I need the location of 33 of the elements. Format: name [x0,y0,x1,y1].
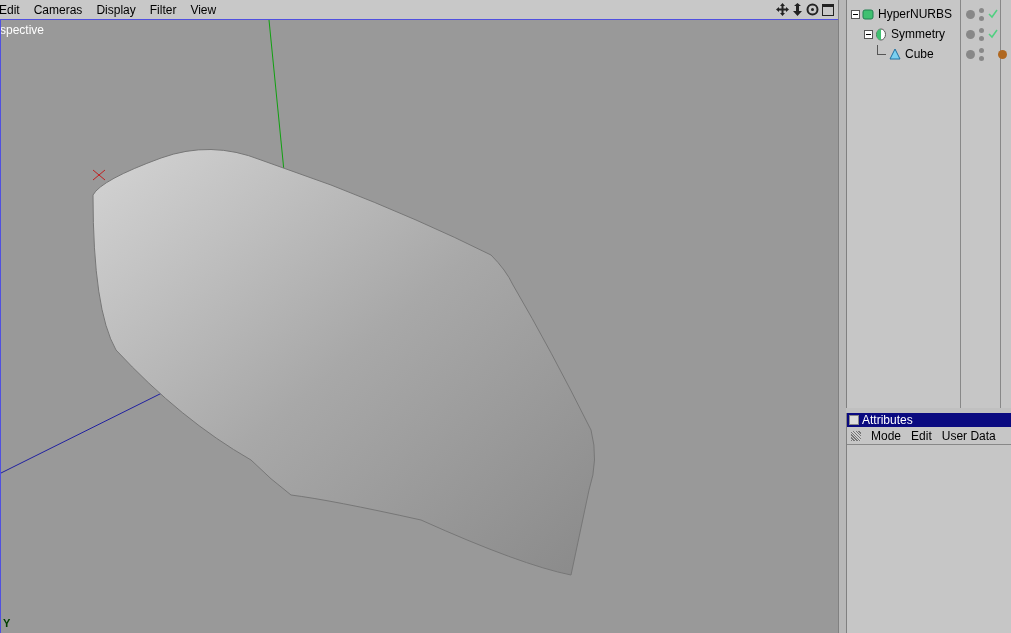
check-icon[interactable] [988,29,998,39]
cross-icon [92,169,106,181]
menu-item[interactable]: Edit [0,0,20,19]
grip-icon [851,430,861,441]
menu-item[interactable]: View [190,0,217,19]
move-icon[interactable] [776,3,789,16]
menu-item[interactable]: Mode [871,426,902,445]
rotate-icon[interactable] [806,3,819,16]
maximize-icon[interactable] [822,3,834,16]
object-name[interactable]: HyperNURBS [878,5,952,23]
panel-icon [849,415,859,425]
expand-toggle[interactable] [851,9,860,19]
tag-icon[interactable] [998,49,1007,59]
menu-item[interactable]: Edit [911,426,932,445]
axis-label: Y [3,618,11,629]
expand-toggle[interactable] [864,29,873,39]
panel-title: Attributes [862,414,913,426]
viewport[interactable]: spective Y [0,19,838,633]
menu-item[interactable]: Display [96,0,136,19]
menu-item[interactable]: User Data [941,426,996,445]
object-name[interactable]: Symmetry [891,25,945,43]
symmetry-object-icon [875,27,887,41]
check-icon[interactable] [988,9,998,19]
down-arrow-icon[interactable] [792,3,803,16]
render-dots-icon[interactable] [979,7,984,21]
render-dots-icon[interactable] [979,47,984,61]
render-dots-icon[interactable] [979,27,984,41]
object-name[interactable]: Cube [905,45,934,63]
menu-item[interactable]: Cameras [33,0,83,19]
nurbs-object-icon [862,7,874,21]
polygon-object-icon [889,47,901,61]
camera-label: spective [1,22,45,39]
menu-item[interactable]: Filter [149,0,177,19]
